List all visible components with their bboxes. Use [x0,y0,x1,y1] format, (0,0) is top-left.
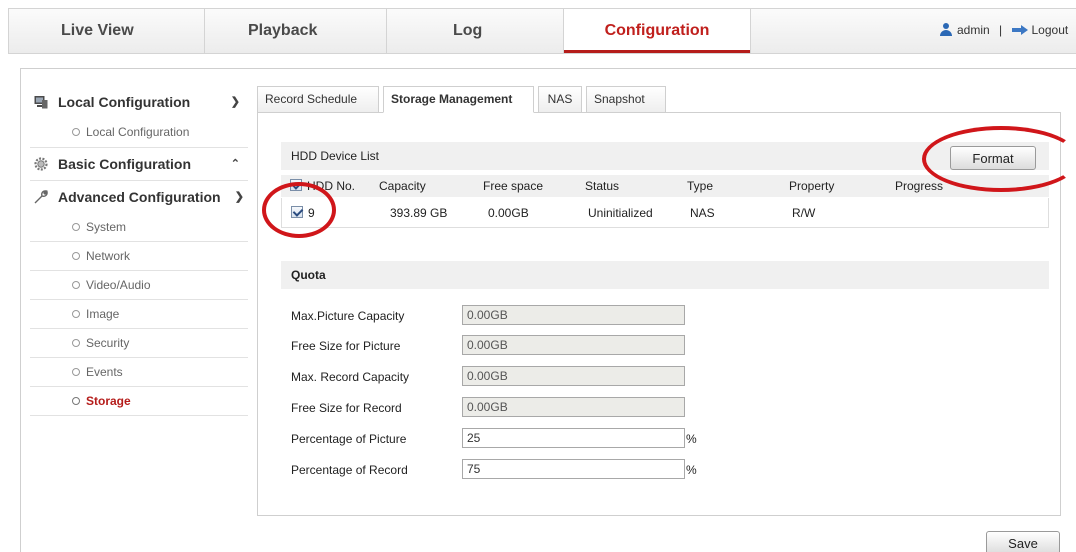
computer-icon [34,96,48,109]
format-button[interactable]: Format [950,146,1036,170]
sidebar-group-local[interactable]: Local Configuration ❯ [30,86,248,118]
username: admin [957,23,990,37]
free-size-record-label: Free Size for Record [291,401,402,415]
max-record-capacity-field: 0.00GB [462,366,685,386]
sidebar-item-label: Video/Audio [86,278,151,292]
max-picture-capacity-label: Max.Picture Capacity [291,309,405,323]
hdd-table-header: HDD No. Capacity Free space Status Type … [281,175,1049,197]
subtab-snapshot[interactable]: Snapshot [586,86,666,113]
cell-type: NAS [690,206,715,220]
bullet-icon [72,281,80,289]
sidebar-item-events[interactable]: Events [30,358,248,387]
cell-hdd-no: 9 [308,206,315,220]
bullet-icon [72,339,80,347]
percent-unit: % [686,432,697,446]
max-record-capacity-label: Max. Record Capacity [291,370,410,384]
wrench-icon [34,190,48,204]
subtab-record-schedule[interactable]: Record Schedule [257,86,379,113]
user-bar: admin | Logout [939,23,1068,37]
max-picture-capacity-field: 0.00GB [462,305,685,325]
bullet-icon [72,252,80,260]
cell-free-space: 0.00GB [488,206,529,220]
select-all-checkbox[interactable] [290,179,302,191]
tab-divider [204,9,205,53]
sidebar-group-label: Basic Configuration [58,156,192,172]
chevron-up-icon[interactable]: ⌃ [231,148,240,180]
cell-property: R/W [792,206,816,220]
top-navigation: Live View Playback Log Configuration adm… [8,8,1076,54]
sidebar-item-security[interactable]: Security [30,329,248,358]
bullet-icon [72,310,80,318]
column-hdd-no: HDD No. [307,179,356,193]
cell-status: Uninitialized [588,206,653,220]
sidebar-item-label: Security [86,336,130,350]
tab-divider [750,9,751,53]
sidebar-item-label: System [86,220,127,234]
hdd-list-title: HDD Device List [281,142,1049,170]
user-icon [939,23,953,36]
sidebar-item-label: Events [86,365,123,379]
sidebar-group-label: Local Configuration [58,94,191,110]
tab-configuration[interactable]: Configuration [564,9,750,53]
bullet-icon [72,128,80,136]
bullet-icon [72,397,80,405]
percent-unit: % [686,463,697,477]
subtab-storage-management[interactable]: Storage Management [383,86,534,113]
percentage-picture-label: Percentage of Picture [291,432,407,446]
sidebar-group-basic[interactable]: Basic Configuration ⌃ [30,148,248,180]
column-property: Property [789,179,835,193]
column-progress: Progress [895,179,944,193]
tab-playback[interactable]: Playback [248,9,317,53]
sidebar-group-advanced[interactable]: Advanced Configuration ❯ [30,181,248,213]
bullet-icon [72,223,80,231]
tab-divider [386,9,387,53]
table-row[interactable]: 9 393.89 GB 0.00GB Uninitialized NAS R/W [281,198,1049,228]
sidebar-item-network[interactable]: Network [30,242,248,271]
free-size-picture-label: Free Size for Picture [291,339,401,353]
sidebar-item-image[interactable]: Image [30,300,248,329]
user-separator: | [999,23,1003,37]
sidebar-item-video-audio[interactable]: Video/Audio [30,271,248,300]
sidebar: Local Configuration ❯ Local Configuratio… [30,86,248,416]
sidebar-item-label: Image [86,307,120,321]
quota-title: Quota [281,261,1049,289]
column-status: Status [585,179,620,193]
percentage-record-label: Percentage of Record [291,463,408,477]
percentage-record-input[interactable]: 75 [462,459,685,479]
sidebar-item-local-configuration[interactable]: Local Configuration [30,118,248,147]
free-size-picture-field: 0.00GB [462,335,685,355]
chevron-down-icon[interactable]: ❯ [231,86,240,118]
column-type: Type [687,179,714,193]
sidebar-item-system[interactable]: System [30,213,248,242]
sidebar-item-label: Local Configuration [86,125,190,139]
logout-link[interactable]: Logout [1032,23,1069,37]
sidebar-group-label: Advanced Configuration [58,189,221,205]
column-free-space: Free space [483,179,544,193]
free-size-record-field: 0.00GB [462,397,685,417]
save-button[interactable]: Save [986,531,1060,552]
bullet-icon [72,368,80,376]
subtab-nas[interactable]: NAS [538,86,582,113]
sidebar-item-label: Network [86,249,131,263]
sidebar-item-label: Storage [86,394,131,408]
tab-log[interactable]: Log [453,9,482,53]
tab-live-view[interactable]: Live View [61,9,134,53]
row-checkbox[interactable] [291,206,303,218]
percentage-picture-input[interactable]: 25 [462,428,685,448]
logout-icon[interactable] [1011,25,1028,35]
cell-capacity: 393.89 GB [390,206,448,220]
sidebar-item-storage[interactable]: Storage [30,387,248,416]
chevron-down-icon[interactable]: ❯ [235,181,244,213]
column-capacity: Capacity [379,179,426,193]
gear-icon [34,157,48,171]
